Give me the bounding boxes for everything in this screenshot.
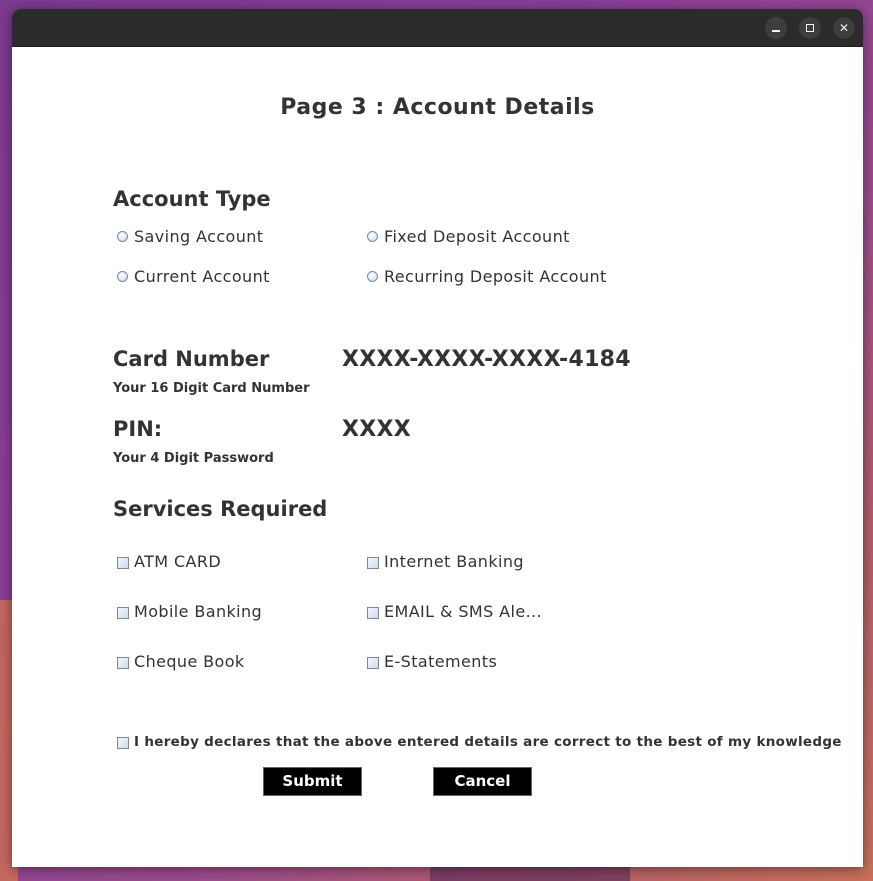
submit-button[interactable]: Submit <box>263 767 362 796</box>
pin-hint: Your 4 Digit Password <box>113 451 274 466</box>
checkbox[interactable] <box>367 657 379 669</box>
radio-button[interactable] <box>367 231 378 242</box>
title-bar[interactable]: ✕ <box>12 9 863 47</box>
checkbox[interactable] <box>367 557 379 569</box>
checkbox[interactable] <box>117 657 129 669</box>
checkbox-label: ATM CARD <box>134 552 222 571</box>
radio-label: Saving Account <box>134 227 264 246</box>
maximize-icon <box>806 24 814 32</box>
radio-label: Recurring Deposit Account <box>384 267 607 286</box>
radio-button[interactable] <box>367 271 378 282</box>
checkbox-label: E-Statements <box>384 652 498 671</box>
minimize-icon <box>772 30 780 32</box>
card-number-value: XXXX-XXXX-XXXX-4184 <box>342 347 631 372</box>
app-window: ✕ Page 3 : Account Details Account Type … <box>12 9 863 867</box>
radio-label: Fixed Deposit Account <box>384 227 570 246</box>
pin-heading: PIN: <box>113 417 163 441</box>
checkbox-label: EMAIL & SMS Ale... <box>384 602 543 621</box>
checkbox-label: Mobile Banking <box>134 602 263 621</box>
account-type-heading: Account Type <box>113 187 271 211</box>
checkbox-label: Cheque Book <box>134 652 245 671</box>
radio-button[interactable] <box>117 271 128 282</box>
close-icon: ✕ <box>838 21 850 35</box>
close-button[interactable]: ✕ <box>833 17 855 39</box>
minimize-button[interactable] <box>765 17 787 39</box>
cancel-button[interactable]: Cancel <box>433 767 532 796</box>
declaration-checkbox[interactable] <box>117 737 129 749</box>
page-title: Page 3 : Account Details <box>280 95 595 120</box>
radio-label: Current Account <box>134 267 270 286</box>
radio-button[interactable] <box>117 231 128 242</box>
services-heading: Services Required <box>113 497 328 521</box>
pin-value: XXXX <box>342 417 412 442</box>
card-number-heading: Card Number <box>113 347 270 371</box>
form-content: Page 3 : Account Details Account Type Sa… <box>12 47 863 867</box>
declaration-label: I hereby declares that the above entered… <box>134 734 842 750</box>
checkbox[interactable] <box>117 607 129 619</box>
card-number-hint: Your 16 Digit Card Number <box>113 381 310 396</box>
checkbox-label: Internet Banking <box>384 552 524 571</box>
checkbox[interactable] <box>117 557 129 569</box>
checkbox[interactable] <box>367 607 379 619</box>
maximize-button[interactable] <box>799 17 821 39</box>
